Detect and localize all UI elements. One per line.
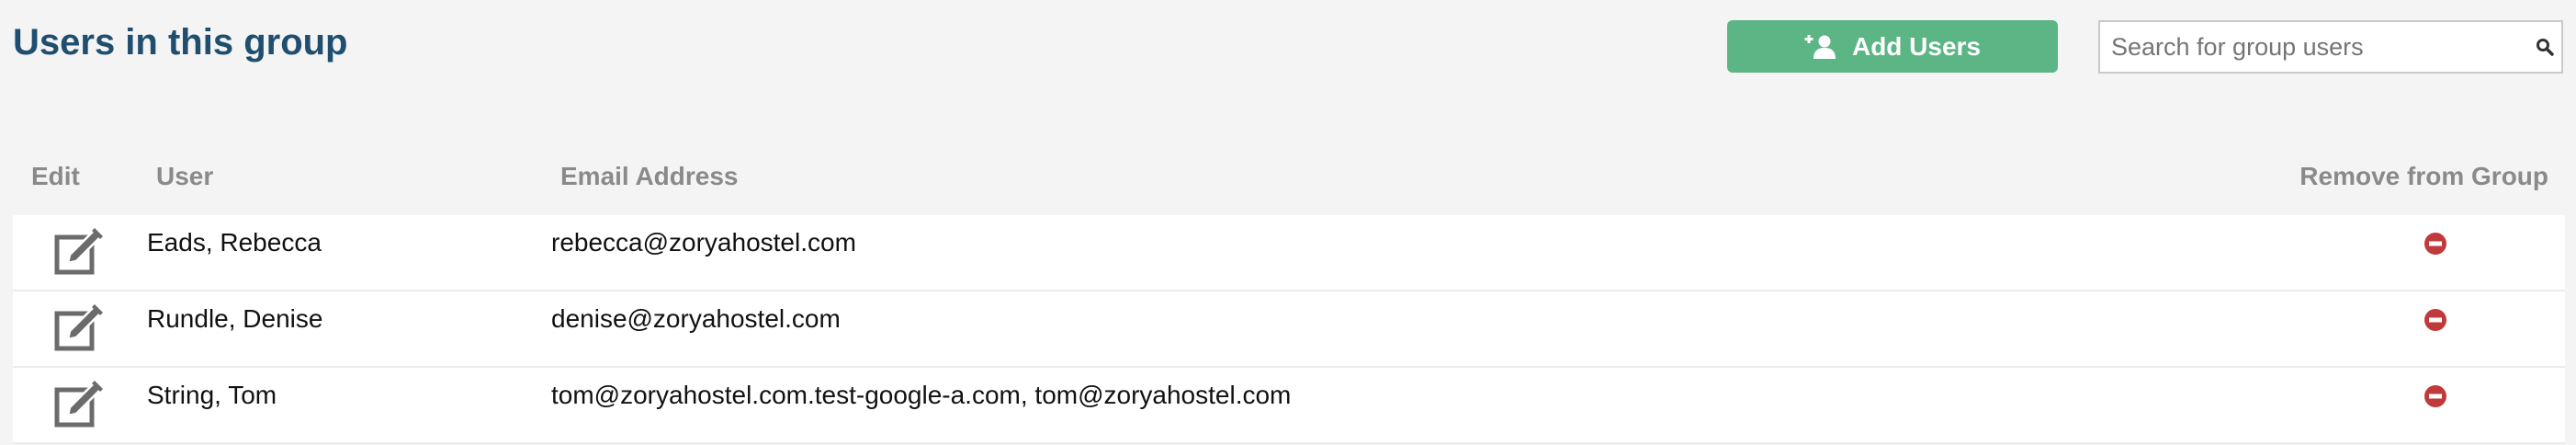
user-email: denise@zoryahostel.com	[551, 304, 841, 333]
user-name: String, Tom	[147, 381, 277, 409]
table-header: Edit User Email Address Remove from Grou…	[0, 154, 2576, 200]
page-title: Users in this group	[13, 22, 348, 63]
header-email: Email Address	[560, 162, 739, 190]
edit-icon[interactable]	[51, 224, 107, 280]
header-edit: Edit	[31, 162, 80, 190]
users-table: Eads, Rebecca rebecca@zoryahostel.com Ru…	[13, 215, 2565, 444]
user-email: tom@zoryahostel.com.test-google-a.com, t…	[551, 381, 1292, 409]
header-user: User	[156, 162, 214, 190]
table-row: Eads, Rebecca rebecca@zoryahostel.com	[13, 215, 2565, 291]
add-user-icon	[1804, 34, 1837, 60]
edit-icon[interactable]	[51, 301, 107, 356]
add-users-button[interactable]: Add Users	[1727, 20, 2058, 73]
remove-icon[interactable]	[2423, 383, 2448, 409]
search-icon[interactable]	[2528, 22, 2561, 72]
user-email: rebecca@zoryahostel.com	[551, 228, 856, 257]
edit-icon[interactable]	[51, 377, 107, 432]
header-remove: Remove from Group	[2299, 162, 2548, 190]
user-name: Eads, Rebecca	[147, 228, 322, 257]
search-input[interactable]	[2100, 22, 2528, 72]
user-name: Rundle, Denise	[147, 304, 323, 333]
table-row: Rundle, Denise denise@zoryahostel.com	[13, 291, 2565, 368]
table-row: String, Tom tom@zoryahostel.com.test-goo…	[13, 368, 2565, 444]
search-box	[2098, 20, 2563, 74]
remove-icon[interactable]	[2423, 231, 2448, 257]
remove-icon[interactable]	[2423, 307, 2448, 333]
add-users-label: Add Users	[1851, 31, 1982, 61]
